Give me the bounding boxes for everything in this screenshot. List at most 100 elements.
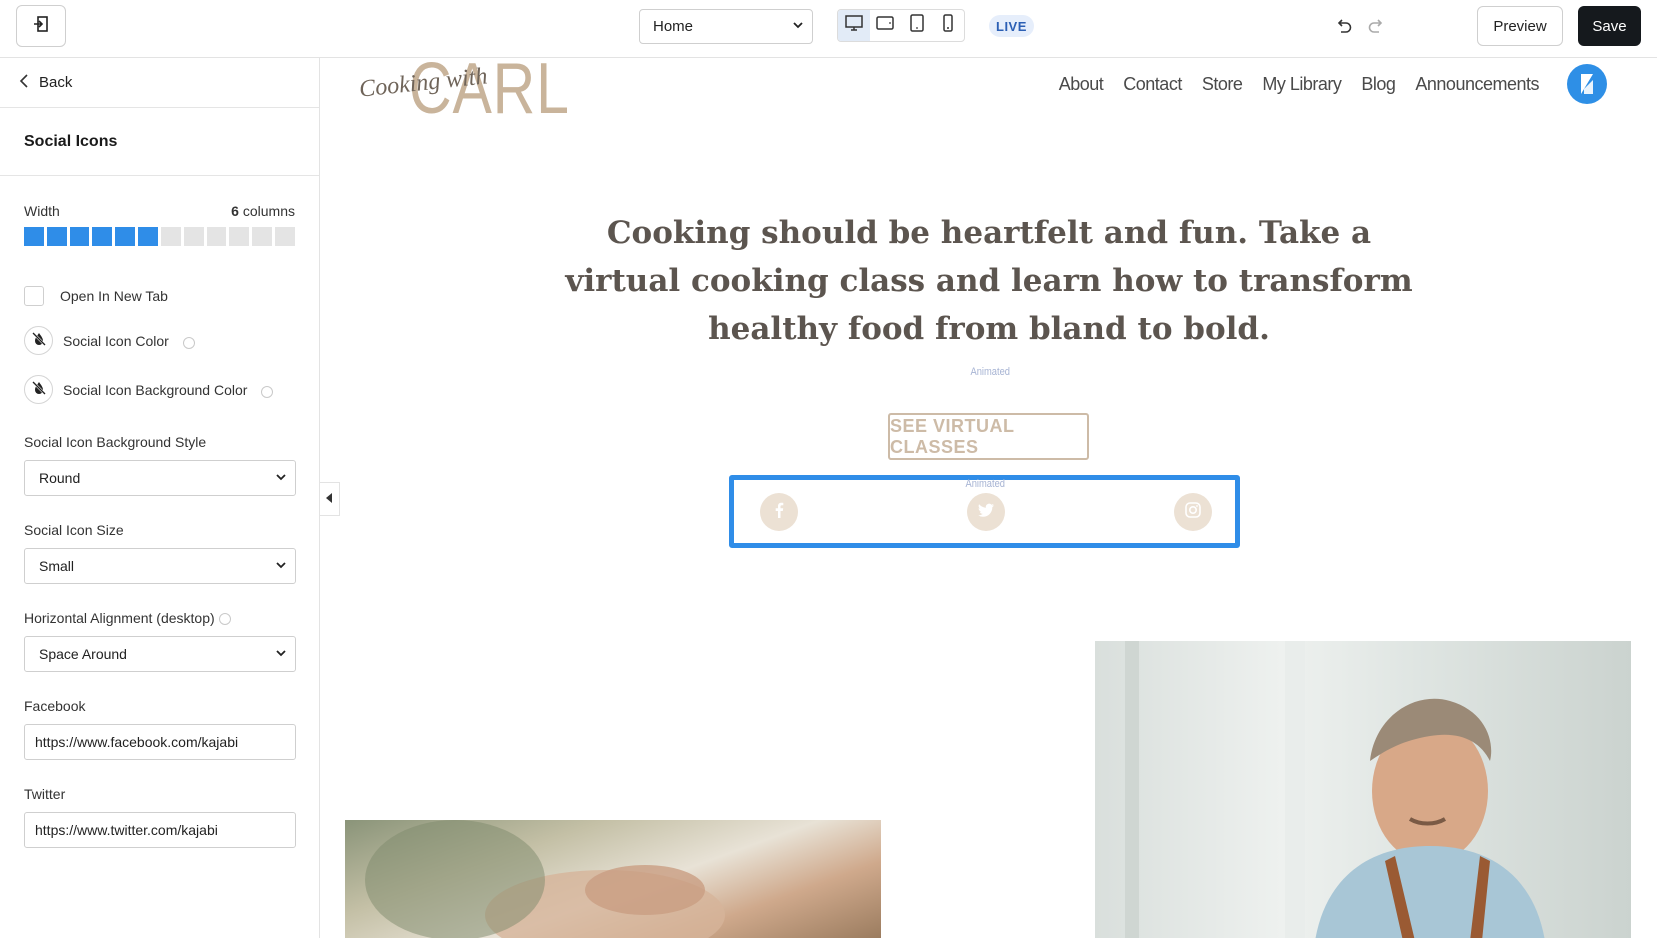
width-unit: columns: [242, 203, 295, 219]
site-nav-link[interactable]: Store: [1202, 74, 1243, 95]
kajabi-logo-icon[interactable]: [1567, 64, 1607, 104]
tablet-landscape-icon: [876, 15, 894, 36]
open-new-tab-checkbox[interactable]: [24, 286, 44, 306]
chevron-down-icon: [275, 470, 287, 486]
width-column-segment[interactable]: [92, 227, 113, 246]
panel-title: Social Icons: [0, 108, 319, 176]
social-icon-bg-color-swatch[interactable]: [24, 375, 53, 404]
chevron-down-icon: [792, 18, 804, 35]
hero-heading[interactable]: Cooking should be heartfelt and fun. Tak…: [561, 209, 1417, 353]
chevron-down-icon: [275, 646, 287, 662]
caret-left-icon: [325, 490, 334, 508]
see-virtual-classes-button[interactable]: SEE VIRTUAL CLASSES: [888, 413, 1089, 460]
animated-tag: Animated: [965, 478, 1005, 490]
cooking-hands-image: [345, 820, 881, 938]
icon-size-value: Small: [39, 558, 75, 574]
site-nav-link[interactable]: About: [1059, 74, 1104, 95]
live-status-badge: LIVE: [989, 15, 1034, 37]
chevron-down-icon: [275, 558, 287, 574]
social-icon-color-label: Social Icon Color: [63, 332, 169, 349]
width-column-segment[interactable]: [46, 227, 67, 246]
bg-style-field: Social Icon Background Style Round: [24, 434, 296, 496]
icon-size-select[interactable]: Small: [24, 548, 296, 584]
bg-style-value: Round: [39, 470, 81, 486]
tablet-landscape-view-button[interactable]: [870, 10, 902, 41]
open-new-tab-option[interactable]: Open In New Tab: [24, 286, 295, 306]
desktop-view-button[interactable]: [838, 10, 870, 41]
chef-carl-image: [1095, 641, 1631, 938]
bg-style-select[interactable]: Round: [24, 460, 296, 496]
width-column-segment[interactable]: [252, 227, 273, 246]
site-nav-link[interactable]: Blog: [1361, 74, 1396, 95]
bg-style-label: Social Icon Background Style: [24, 434, 207, 450]
instagram-icon: [1184, 501, 1202, 524]
width-column-segment[interactable]: [160, 227, 181, 246]
device-preview-switcher: [837, 9, 965, 42]
site-nav-link[interactable]: Contact: [1123, 74, 1182, 95]
back-button[interactable]: Back: [0, 58, 319, 108]
alignment-select[interactable]: Space Around: [24, 636, 296, 672]
width-column-segment[interactable]: [24, 227, 44, 246]
width-column-segment[interactable]: [229, 227, 250, 246]
exit-editor-button[interactable]: [16, 5, 66, 47]
alignment-label-text: Horizontal Alignment (desktop): [24, 610, 215, 626]
undo-icon: [1335, 18, 1353, 39]
social-icon-bg-color-picker[interactable]: Social Icon Background Color: [24, 375, 295, 404]
mobile-view-button[interactable]: [933, 10, 965, 41]
page-canvas: CARL Cooking with About Contact Store My Li…: [321, 58, 1657, 938]
twitter-icon: [977, 502, 995, 523]
exit-icon: [32, 15, 50, 38]
width-column-segment[interactable]: [138, 227, 158, 246]
tablet-portrait-icon: [910, 14, 924, 37]
back-label: Back: [39, 74, 73, 91]
collapse-panel-button[interactable]: [320, 482, 340, 516]
tablet-portrait-view-button[interactable]: [901, 10, 933, 41]
width-number: 6: [231, 203, 239, 219]
width-column-segment[interactable]: [115, 227, 136, 246]
width-column-segment[interactable]: [69, 227, 90, 246]
no-color-icon: [31, 380, 47, 399]
info-icon[interactable]: [182, 336, 195, 349]
redo-button[interactable]: [1365, 17, 1387, 39]
settings-panel: Back Social Icons Width 6 columns Open I…: [0, 58, 320, 938]
width-column-segment[interactable]: [183, 227, 204, 246]
facebook-field: Facebook https://www.facebook.com/kajabi: [24, 698, 296, 760]
alignment-value: Space Around: [39, 646, 127, 662]
site-header: CARL Cooking with About Contact Store My Li…: [321, 58, 1657, 129]
site-nav-link[interactable]: Announcements: [1415, 74, 1539, 95]
preview-button[interactable]: Preview: [1477, 6, 1563, 46]
site-nav: About Contact Store My Library Blog Announcem…: [1059, 74, 1540, 95]
twitter-social-link[interactable]: [967, 493, 1005, 531]
social-icon-color-picker[interactable]: Social Icon Color: [24, 326, 295, 355]
alignment-label: Horizontal Alignment (desktop): [24, 610, 295, 626]
width-value: 6 columns: [231, 203, 295, 219]
width-column-segment[interactable]: [206, 227, 227, 246]
animated-tag: Animated: [970, 366, 1010, 378]
page-select[interactable]: Home: [639, 9, 813, 44]
social-icons-block-selected[interactable]: Animated: [729, 475, 1240, 548]
info-icon[interactable]: [218, 613, 231, 625]
icon-size-field: Social Icon Size Small: [24, 522, 296, 584]
width-label: Width: [24, 203, 60, 219]
open-new-tab-label: Open In New Tab: [60, 288, 168, 304]
facebook-social-link[interactable]: [760, 493, 798, 531]
twitter-url-input[interactable]: https://www.twitter.com/kajabi: [24, 812, 296, 848]
page-select-value: Home: [653, 18, 694, 35]
site-nav-link[interactable]: My Library: [1262, 74, 1342, 95]
undo-button[interactable]: [1333, 17, 1355, 39]
twitter-label: Twitter: [24, 786, 66, 802]
twitter-field: Twitter https://www.twitter.com/kajabi: [24, 786, 296, 848]
desktop-icon: [845, 15, 863, 36]
width-column-slider[interactable]: [24, 227, 295, 246]
info-icon[interactable]: [261, 385, 274, 398]
instagram-social-link[interactable]: [1174, 493, 1212, 531]
chevron-left-icon: [19, 73, 29, 92]
redo-icon: [1367, 18, 1385, 39]
social-icon-color-swatch[interactable]: [24, 326, 53, 355]
save-button[interactable]: Save: [1578, 6, 1641, 46]
facebook-url-input[interactable]: https://www.facebook.com/kajabi: [24, 724, 296, 760]
icon-size-label: Social Icon Size: [24, 522, 124, 538]
mobile-icon: [943, 14, 953, 37]
social-icon-bg-color-label: Social Icon Background Color: [63, 381, 248, 398]
width-column-segment[interactable]: [275, 227, 295, 246]
